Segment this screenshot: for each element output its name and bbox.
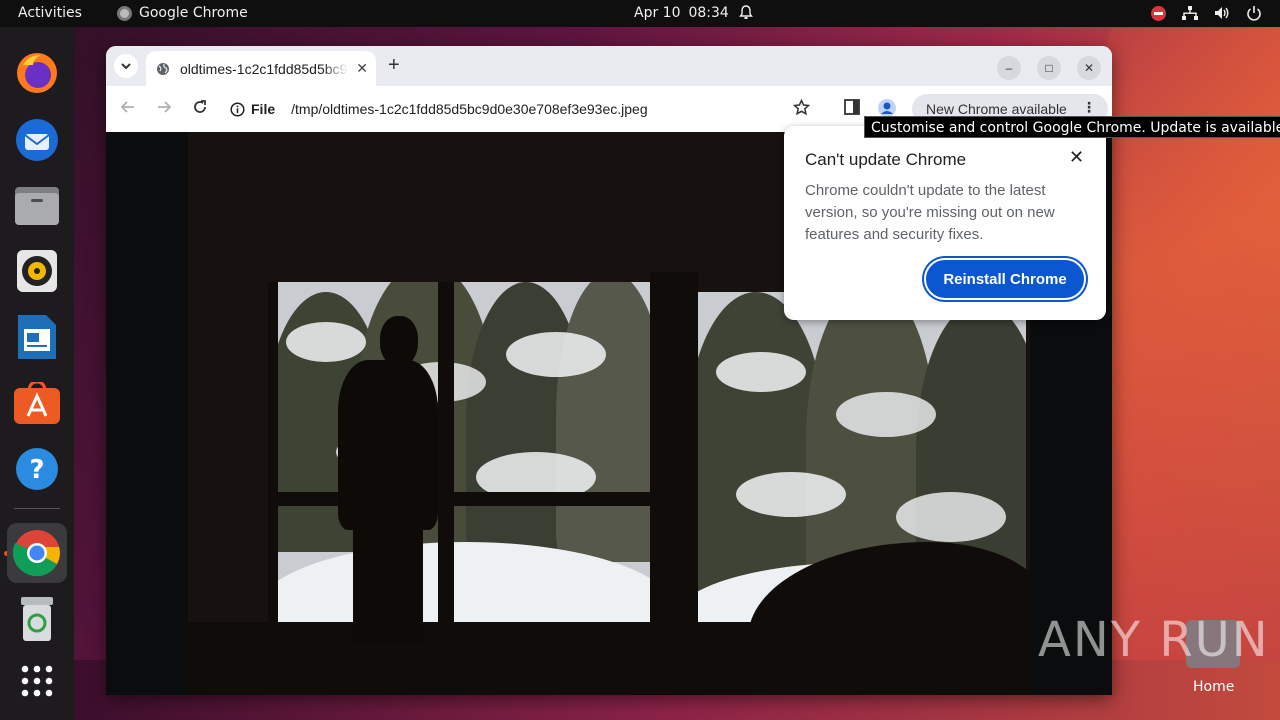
date: Apr 10: [634, 5, 681, 21]
chrome-launcher[interactable]: [7, 523, 67, 583]
back-icon[interactable]: [120, 99, 136, 115]
firefox-launcher[interactable]: [11, 47, 63, 99]
side-panel-icon[interactable]: [844, 99, 860, 115]
tab-active[interactable]: oldtimes-1c2c1fdd85d5bc9d0e30e708ef3e93e…: [146, 51, 376, 86]
writer-icon: [18, 315, 56, 359]
maximize-button[interactable]: □: [1037, 56, 1061, 80]
person-silhouette: [380, 316, 418, 366]
forward-icon[interactable]: [156, 99, 172, 115]
tab-search-button[interactable]: [114, 54, 138, 78]
files-icon: [15, 187, 59, 225]
writer-launcher[interactable]: [11, 311, 63, 363]
thunderbird-icon: [16, 119, 58, 161]
reinstall-chrome-button[interactable]: Reinstall Chrome: [924, 258, 1086, 300]
time: 08:34: [688, 5, 729, 21]
update-chip-label: New Chrome available: [926, 101, 1067, 117]
help-launcher[interactable]: ?: [11, 443, 63, 495]
chrome-icon: [117, 5, 132, 21]
help-icon: ?: [16, 448, 58, 490]
new-tab-button[interactable]: +: [388, 54, 400, 77]
rhythmbox-icon: [17, 250, 57, 292]
update-error-dialog: Can't update Chrome ✕ Chrome couldn't up…: [784, 126, 1106, 320]
dock: ?: [0, 27, 74, 720]
bell-icon: [739, 5, 753, 19]
window-pane-left: [276, 282, 652, 632]
address-bar[interactable]: File /tmp/oldtimes-1c2c1fdd85d5bc9d0e30e…: [230, 95, 830, 123]
firefox-icon: [17, 53, 57, 93]
rhythmbox-launcher[interactable]: [11, 245, 63, 297]
app-center-icon: [14, 382, 60, 424]
dialog-message: Chrome couldn't update to the latest ver…: [805, 182, 1055, 243]
watermark-text: ANY RUN: [1038, 612, 1270, 668]
home-folder-label: Home: [1193, 679, 1235, 695]
system-tray[interactable]: [1151, 5, 1262, 21]
scheme-label: File: [251, 101, 276, 117]
bookmark-star-icon[interactable]: [793, 99, 810, 116]
globe-icon: [157, 62, 169, 75]
thunderbird-launcher[interactable]: [11, 113, 63, 165]
tab-strip: oldtimes-1c2c1fdd85d5bc9d0e30e708ef3e93e…: [106, 46, 1112, 86]
info-icon[interactable]: [230, 101, 245, 117]
show-apps-button[interactable]: [11, 655, 63, 707]
menu-tooltip: Customise and control Google Chrome. Upd…: [864, 116, 1280, 138]
menu-dots-icon: ⋮: [1082, 99, 1096, 115]
do-not-disturb-icon: [1151, 5, 1166, 21]
app-menu[interactable]: Google Chrome: [117, 5, 248, 21]
network-icon: [1182, 6, 1198, 20]
close-window-button[interactable]: ✕: [1077, 56, 1101, 80]
tab-title: oldtimes-1c2c1fdd85d5bc9d0e30e708ef3e93e…: [180, 60, 348, 77]
power-icon: [1247, 6, 1261, 21]
chrome-icon: [13, 530, 60, 577]
svg-text:?: ?: [29, 455, 44, 485]
app-center-launcher[interactable]: [11, 377, 63, 429]
trash-launcher[interactable]: [11, 593, 63, 645]
dialog-title: Can't update Chrome: [805, 150, 967, 169]
show-apps-icon: [21, 665, 53, 697]
chevron-down-icon: [121, 62, 131, 69]
app-name: Google Chrome: [139, 5, 248, 21]
top-bar: Activities Google Chrome Apr 10 08:34: [0, 0, 1280, 27]
tab-close-button[interactable]: ✕: [356, 60, 368, 77]
activities-button[interactable]: Activities: [18, 5, 82, 21]
dock-separator: [14, 508, 60, 509]
dialog-close-button[interactable]: ✕: [1069, 147, 1084, 168]
trash-icon: [21, 597, 53, 641]
files-launcher[interactable]: [11, 179, 63, 231]
minimize-button[interactable]: –: [997, 56, 1021, 80]
reload-icon[interactable]: [192, 99, 208, 115]
profile-icon[interactable]: [878, 99, 896, 117]
clock[interactable]: Apr 10 08:34: [634, 5, 729, 21]
url-text: /tmp/oldtimes-1c2c1fdd85d5bc9d0e30e708ef…: [291, 101, 648, 117]
volume-icon: [1215, 7, 1229, 19]
